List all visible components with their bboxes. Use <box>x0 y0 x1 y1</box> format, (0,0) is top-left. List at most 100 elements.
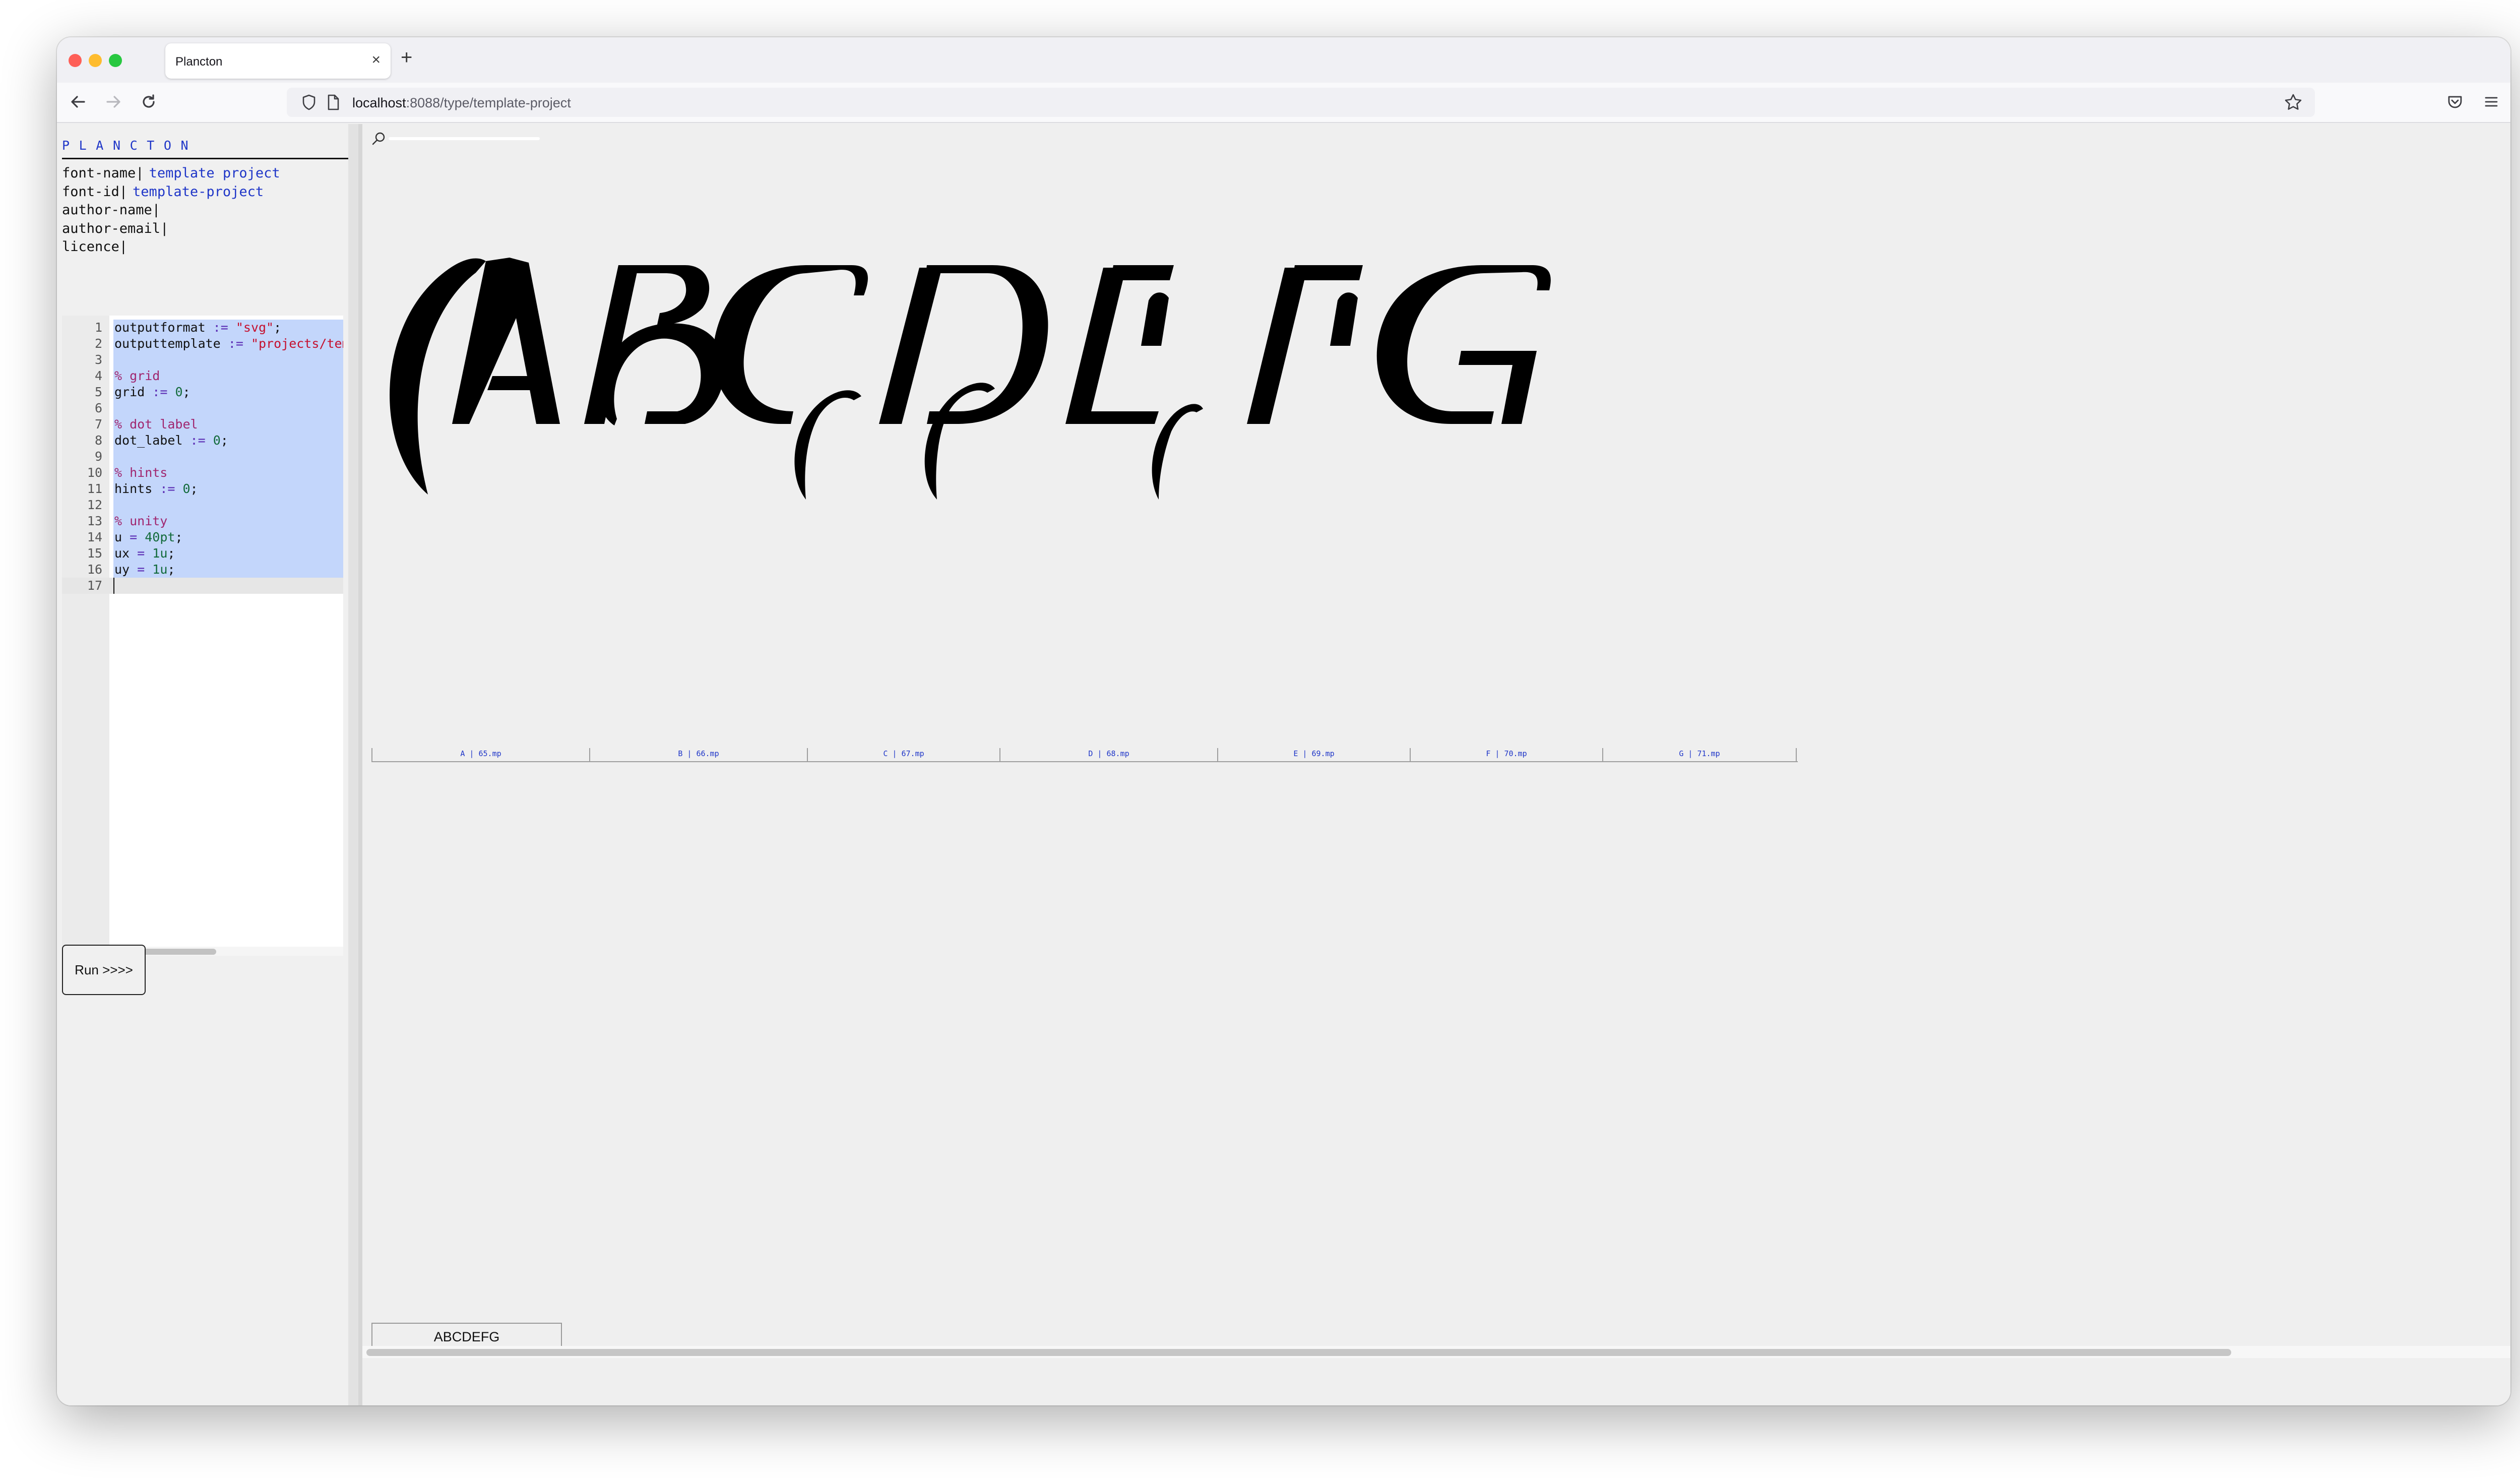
line-number: 9 <box>62 449 102 465</box>
code-line[interactable]: 17 ​ <box>62 578 343 594</box>
code-token: grid <box>114 385 153 399</box>
line-number: 2 <box>62 336 102 352</box>
line-number: 16 <box>62 562 102 578</box>
code-line[interactable]: 11 hints := 0; <box>62 481 343 497</box>
glyph-file-label: B | 66.mp <box>678 749 719 758</box>
code-line[interactable]: 1 outputformat := "svg"; <box>62 320 343 336</box>
shield-icon[interactable] <box>301 94 317 113</box>
preview-text-input[interactable]: ABCDEFG <box>371 1323 562 1346</box>
glyph-B[interactable] <box>584 265 725 425</box>
code-line[interactable]: 5 grid := 0; <box>62 384 343 400</box>
minimize-window-button[interactable] <box>89 54 102 67</box>
glyph-D[interactable] <box>879 265 1048 500</box>
glyph-file-label: A | 65.mp <box>460 749 501 758</box>
pocket-icon[interactable] <box>2443 90 2467 114</box>
code-token: outputtemplate <box>114 336 228 351</box>
code-line[interactable]: 3​ <box>62 352 343 368</box>
code-line[interactable]: 16 uy = 1u; <box>62 562 343 578</box>
code-text[interactable]: ​ <box>113 449 343 465</box>
glyph-cell[interactable]: G | 71.mp <box>1602 748 1797 762</box>
glyph-F[interactable] <box>1247 265 1363 424</box>
code-text[interactable]: % grid <box>113 368 343 384</box>
code-text[interactable]: hints := 0; <box>113 481 343 497</box>
reload-icon[interactable] <box>137 90 161 114</box>
code-token: 40pt <box>145 530 175 544</box>
glyph-G[interactable] <box>1376 265 1551 424</box>
panel-divider[interactable] <box>358 124 362 1405</box>
code-lines[interactable]: 1 outputformat := "svg"; 2 outputtemplate :… <box>62 320 343 594</box>
run-button[interactable]: Run >>>> <box>62 945 146 995</box>
close-window-button[interactable] <box>69 54 82 67</box>
code-text[interactable]: u = 40pt; <box>113 529 343 545</box>
canvas-horizontal-scrollbar[interactable] <box>362 1346 2510 1358</box>
code-token: ; <box>220 433 228 448</box>
code-text[interactable]: outputformat := "svg"; <box>113 320 343 336</box>
glyph-cell[interactable]: B | 66.mp <box>589 748 807 762</box>
code-text[interactable]: outputtemplate := "projects/template-pro… <box>113 336 343 352</box>
code-token: := <box>213 320 228 335</box>
code-line[interactable]: 12 ​ <box>62 497 343 513</box>
code-text[interactable]: grid := 0; <box>113 384 343 400</box>
line-number: 10 <box>62 465 102 481</box>
glyph-C[interactable] <box>713 265 868 500</box>
code-line[interactable]: 4 % grid <box>62 368 343 384</box>
forward-arrow-icon[interactable] <box>101 90 125 114</box>
meta-value[interactable]: template project <box>149 164 280 183</box>
code-text[interactable]: % unity <box>113 513 343 529</box>
code-text[interactable]: dot_label := 0; <box>113 433 343 449</box>
back-arrow-icon[interactable] <box>66 90 90 114</box>
scrollbar-thumb[interactable] <box>366 1349 2231 1356</box>
glyph-file-label: F | 70.mp <box>1486 749 1527 758</box>
meta-value[interactable]: template-project <box>133 183 264 202</box>
code-token: 0 <box>182 481 191 496</box>
code-line[interactable]: 8 dot_label := 0; <box>62 433 343 449</box>
code-text[interactable]: ​ <box>113 578 343 594</box>
code-text[interactable]: ​ <box>113 400 343 416</box>
code-text[interactable]: ​ <box>113 497 343 513</box>
new-tab-button[interactable]: + <box>401 47 412 68</box>
line-number: 4 <box>62 368 102 384</box>
meta-row: author-name| <box>62 201 280 220</box>
code-token: 1u <box>152 562 168 577</box>
code-line[interactable]: 15 ux = 1u; <box>62 545 343 562</box>
code-line[interactable]: 13 % unity <box>62 513 343 529</box>
code-line[interactable]: 9​ <box>62 449 343 465</box>
code-token: ; <box>167 562 175 577</box>
sidebar-scroll-strip[interactable] <box>348 124 359 1405</box>
line-number: 5 <box>62 384 102 400</box>
code-text[interactable]: ​ <box>113 352 343 368</box>
code-token: := <box>190 433 206 448</box>
code-text[interactable]: uy = 1u; <box>113 562 343 578</box>
code-token: ; <box>182 385 191 399</box>
glyph-cell[interactable]: D | 68.mp <box>999 748 1217 762</box>
code-line[interactable]: 6​ <box>62 400 343 416</box>
bookmark-star-icon[interactable] <box>2284 93 2303 114</box>
url-text[interactable]: localhost:8088/type/template-project <box>352 95 571 111</box>
code-text[interactable]: % hints <box>113 465 343 481</box>
tab-close-icon[interactable]: × <box>371 51 381 69</box>
url-bar[interactable]: localhost:8088/type/template-project <box>287 88 2315 117</box>
glyph-cell[interactable]: C | 67.mp <box>807 748 999 762</box>
editor-horizontal-scrollbar[interactable] <box>115 947 343 956</box>
tab-plancton[interactable]: Plancton × <box>165 43 391 79</box>
code-text[interactable]: ux = 1u; <box>113 545 343 562</box>
meta-row: font-id| template-project <box>62 183 280 202</box>
glyph-E[interactable] <box>1065 265 1203 500</box>
code-token: := <box>228 336 243 351</box>
line-number: 11 <box>62 481 102 497</box>
code-line[interactable]: 7 % dot label <box>62 416 343 433</box>
code-line[interactable]: 2 outputtemplate := "projects/template-pr… <box>62 336 343 352</box>
code-line[interactable]: 10 % hints <box>62 465 343 481</box>
code-editor[interactable]: 1 outputformat := "svg"; 2 outputtemplate :… <box>62 316 343 956</box>
glyph-cell[interactable]: A | 65.mp <box>371 748 589 762</box>
glyph-A[interactable] <box>390 258 560 495</box>
glyph-cell[interactable]: E | 69.mp <box>1217 748 1410 762</box>
code-line[interactable]: 14 u = 40pt; <box>62 529 343 545</box>
menu-icon[interactable] <box>2479 90 2503 114</box>
code-text[interactable]: % dot label <box>113 416 343 433</box>
glyph-cell[interactable]: F | 70.mp <box>1410 748 1602 762</box>
maximize-window-button[interactable] <box>109 54 122 67</box>
meta-row: author-email| <box>62 220 280 238</box>
